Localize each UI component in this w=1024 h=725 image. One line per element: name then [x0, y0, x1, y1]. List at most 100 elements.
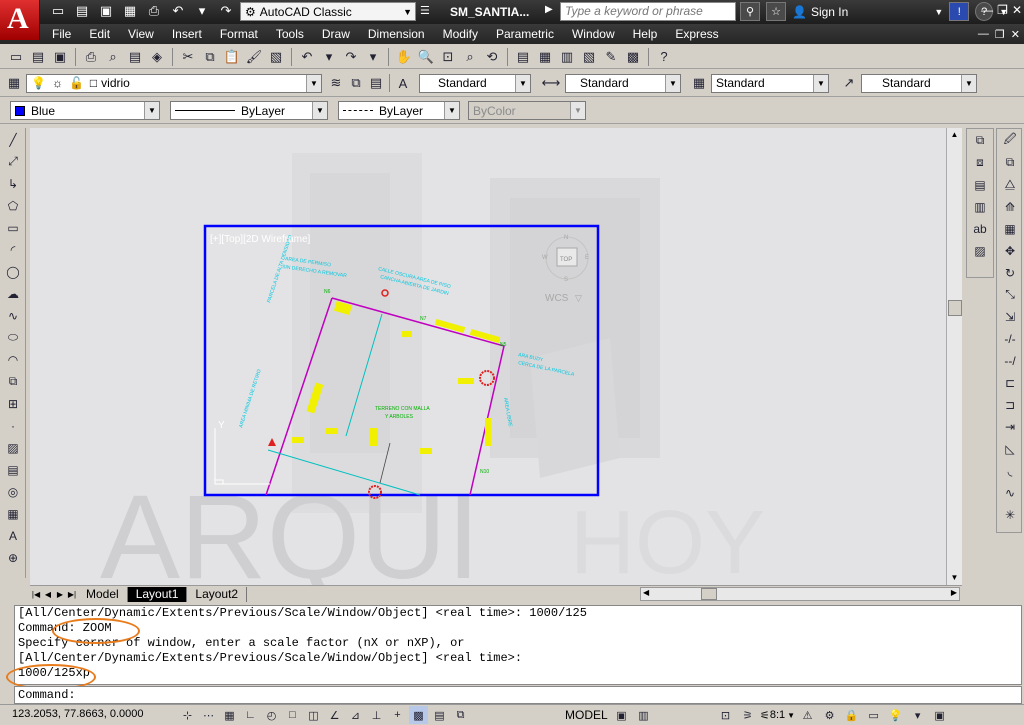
status-menu-icon[interactable]: ▾	[908, 706, 927, 724]
scale-icon[interactable]: ⤡	[999, 284, 1021, 305]
multiline-text-icon[interactable]: A	[2, 525, 24, 546]
revision-cloud-icon[interactable]: ☁	[2, 283, 24, 304]
polyline-icon[interactable]: ↳	[2, 173, 24, 194]
copy-object-icon[interactable]: ⧉	[999, 152, 1021, 173]
search-input[interactable]: Type a keyword or phrase	[560, 2, 736, 21]
command-window-grip[interactable]	[0, 605, 14, 705]
toolbar-lock-icon[interactable]: 🔒	[842, 706, 861, 724]
maximize-viewport-icon[interactable]: ⊡	[716, 706, 735, 724]
insert-block-icon[interactable]: ⧉	[2, 371, 24, 392]
pan-icon[interactable]: ✋	[394, 47, 414, 67]
menu-window[interactable]: Window	[572, 27, 615, 41]
explode-icon[interactable]: ✳	[999, 504, 1021, 525]
exchange-icon[interactable]: !	[949, 2, 970, 21]
paste-icon[interactable]: 📋	[222, 47, 242, 67]
dim-style-dropdown[interactable]: Standard ▼	[565, 73, 681, 93]
show-lineweight-icon[interactable]: +	[388, 706, 407, 724]
redo-list-icon[interactable]: ▾	[363, 47, 383, 67]
help-icon[interactable]: ?	[654, 47, 674, 67]
undo-icon[interactable]: ↶	[168, 2, 188, 20]
hatch-back-icon[interactable]: ▨	[969, 240, 991, 261]
point-icon[interactable]: ·	[2, 415, 24, 436]
lineweight-dropdown[interactable]: ByLayer ▼	[338, 101, 460, 120]
dynamic-ucs-icon[interactable]: ⊿	[346, 706, 365, 724]
table-style-icon[interactable]: ▦	[689, 73, 709, 93]
coordinates-readout[interactable]: 123.2053, 77.8663, 0.0000	[12, 708, 144, 720]
menu-dimension[interactable]: Dimension	[368, 27, 425, 41]
join-icon[interactable]: ⇥	[999, 416, 1021, 437]
publish-icon[interactable]: ▤	[125, 47, 145, 67]
trim-icon[interactable]: -/-	[999, 328, 1021, 349]
sign-in-dropdown-icon[interactable]: ▼	[934, 7, 943, 17]
line-icon[interactable]: ╱	[2, 129, 24, 150]
move-icon[interactable]: ✥	[999, 240, 1021, 261]
save-icon[interactable]: ▣	[50, 47, 70, 67]
block-editor-icon[interactable]: ▧	[266, 47, 286, 67]
make-block-icon[interactable]: ⊞	[2, 393, 24, 414]
title-arrow-icon[interactable]: ▶	[545, 4, 553, 15]
send-under-icon[interactable]: ▥	[969, 196, 991, 217]
gradient-icon[interactable]: ▤	[2, 459, 24, 480]
copy-icon[interactable]: ⧉	[200, 47, 220, 67]
region-icon[interactable]: ◎	[2, 481, 24, 502]
fillet-icon[interactable]: ◟	[999, 460, 1021, 481]
table-icon[interactable]: ▦	[2, 503, 24, 524]
zoom-realtime-icon[interactable]: 🔍	[416, 47, 436, 67]
workspace-switching-icon[interactable]: ⚙	[820, 706, 839, 724]
rotate-icon[interactable]: ↻	[999, 262, 1021, 283]
clean-screen-icon[interactable]: ▣	[930, 706, 949, 724]
bring-above-icon[interactable]: ▤	[969, 174, 991, 195]
tab-layout1[interactable]: Layout1	[127, 586, 188, 602]
binoculars-icon[interactable]: ⚲	[740, 2, 760, 21]
tool-palettes-icon[interactable]: ▥	[557, 47, 577, 67]
application-menu-button[interactable]: A	[0, 0, 40, 40]
linetype-dropdown[interactable]: ByLayer ▼	[170, 101, 328, 120]
grid-display-icon[interactable]: ▦	[220, 706, 239, 724]
scrollbar-thumb[interactable]	[948, 300, 962, 316]
3d-dwf-icon[interactable]: ◈	[147, 47, 167, 67]
add-selected-icon[interactable]: ⊕	[2, 547, 24, 568]
infer-constraints-icon[interactable]: ⊹	[178, 706, 197, 724]
plot-icon[interactable]: ⎙	[81, 47, 101, 67]
menu-insert[interactable]: Insert	[172, 27, 202, 41]
save-icon[interactable]: ▣	[96, 2, 116, 20]
zoom-window-icon[interactable]: ⊡	[438, 47, 458, 67]
scroll-right-icon[interactable]: ▶	[951, 588, 957, 597]
annotation-scale-dropdown[interactable]: ⚟ 8:1 ▼	[760, 706, 795, 724]
sign-in-button[interactable]: 👤 Sign In	[792, 5, 848, 19]
plot-preview-icon[interactable]: ⌕	[103, 47, 123, 67]
horizontal-scrollbar[interactable]: ◀ ▶	[640, 587, 960, 601]
polar-tracking-icon[interactable]: ◴	[262, 706, 281, 724]
match-properties-icon[interactable]: 🖌	[244, 47, 264, 67]
erase-icon[interactable]: 🖉	[999, 130, 1021, 151]
annotation-autoscale-icon[interactable]: ⚠	[798, 706, 817, 724]
doc-minimize-icon[interactable]: —	[978, 28, 989, 41]
menu-parametric[interactable]: Parametric	[496, 27, 554, 41]
drawing-area[interactable]: ARQUI HOY AREA DE PERMISO SIN DERECHO A …	[30, 128, 946, 585]
prev-tab-icon[interactable]: ◀	[42, 590, 54, 599]
object-snap-icon[interactable]: □	[283, 706, 302, 724]
isolate-objects-icon[interactable]: 💡	[886, 706, 905, 724]
menu-format[interactable]: Format	[220, 27, 258, 41]
next-tab-icon[interactable]: ▶	[54, 590, 66, 599]
text-style-icon[interactable]: A	[393, 73, 413, 93]
model-space-button[interactable]: MODEL	[565, 708, 608, 722]
scroll-down-icon[interactable]: ▼	[947, 571, 962, 585]
blend-curves-icon[interactable]: ∿	[999, 482, 1021, 503]
spline-icon[interactable]: ∿	[2, 305, 24, 326]
extend-icon[interactable]: --/	[999, 350, 1021, 371]
menu-tools[interactable]: Tools	[276, 27, 304, 41]
open-file-icon[interactable]: ▤	[72, 2, 92, 20]
color-dropdown[interactable]: Blue ▼	[10, 101, 160, 120]
new-file-icon[interactable]: ▭	[48, 2, 68, 20]
dim-style-icon[interactable]: ⟷	[541, 73, 561, 93]
menu-modify[interactable]: Modify	[443, 27, 478, 41]
minimize-icon[interactable]: —	[981, 3, 993, 17]
offset-icon[interactable]: ⟰	[999, 196, 1021, 217]
transparency-icon[interactable]: ▩	[409, 706, 428, 724]
undo-icon[interactable]: ↶	[297, 47, 317, 67]
plot-icon[interactable]: ⎙	[144, 2, 164, 20]
quickcalc-icon[interactable]: ▩	[623, 47, 643, 67]
multileader-style-icon[interactable]: ↗	[839, 73, 859, 93]
menu-help[interactable]: Help	[633, 27, 658, 41]
